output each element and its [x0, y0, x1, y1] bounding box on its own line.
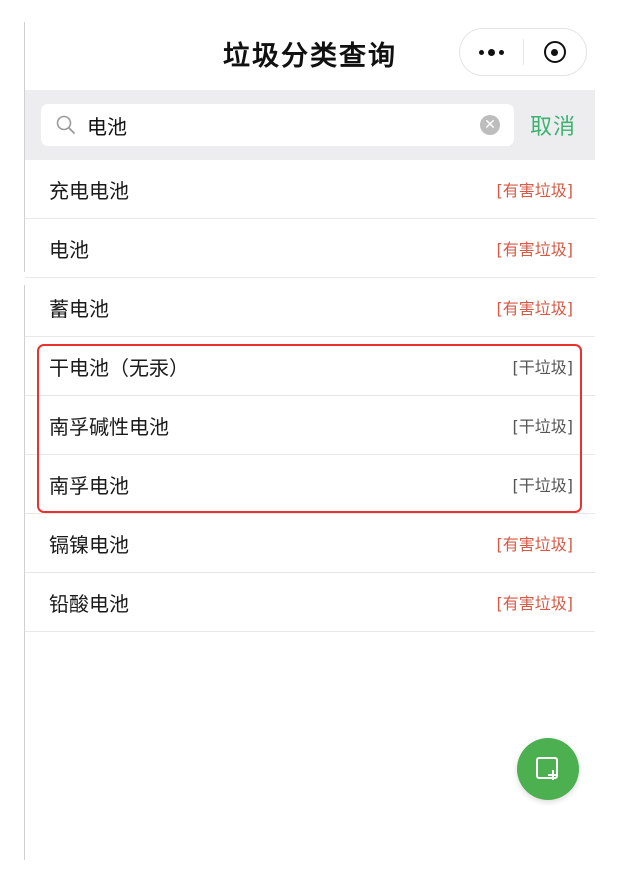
list-item[interactable]: 干电池（无汞） [干垃圾] — [25, 337, 595, 396]
category-label: [有害垃圾] — [496, 299, 574, 318]
category-label: [干垃圾] — [512, 417, 574, 436]
list-item[interactable]: 充电电池 [有害垃圾] — [25, 160, 595, 219]
search-bar: 电池 ✕ 取消 — [25, 90, 595, 160]
category-label: [有害垃圾] — [496, 240, 574, 259]
more-button[interactable] — [460, 29, 523, 75]
category-label: [干垃圾] — [512, 358, 574, 377]
menu-capsule — [459, 28, 587, 76]
target-close-icon — [543, 41, 566, 63]
results-list: 充电电池 [有害垃圾] 电池 [有害垃圾] 蓄电池 [有害垃圾] 干电池（无汞）… — [25, 160, 595, 632]
add-note-button[interactable] — [517, 738, 579, 800]
item-name: 镉镍电池 — [49, 532, 129, 557]
item-name: 干电池（无汞） — [49, 355, 189, 380]
search-icon — [56, 115, 75, 134]
item-name: 南孚电池 — [49, 473, 129, 498]
app-window: 垃圾分类查询 电池 ✕ 取消 充电电池 [有害垃圾] 电池 [有害垃圾] 蓄电池… — [25, 20, 595, 860]
cancel-button[interactable]: 取消 — [530, 109, 576, 141]
item-name: 南孚碱性电池 — [49, 414, 169, 439]
list-item[interactable]: 蓄电池 [有害垃圾] — [25, 278, 595, 337]
item-name: 蓄电池 — [49, 296, 109, 321]
list-item[interactable]: 南孚电池 [干垃圾] — [25, 455, 595, 514]
category-label: [有害垃圾] — [496, 594, 574, 613]
list-item[interactable]: 镉镍电池 [有害垃圾] — [25, 514, 595, 573]
item-name: 充电电池 — [49, 178, 129, 203]
add-note-icon — [536, 757, 558, 780]
list-item[interactable]: 电池 [有害垃圾] — [25, 219, 595, 278]
navigation-bar: 垃圾分类查询 — [25, 20, 595, 90]
more-dots-icon — [478, 48, 504, 56]
search-input[interactable]: 电池 ✕ — [41, 104, 514, 146]
close-miniprogram-button[interactable] — [524, 29, 587, 75]
list-item[interactable]: 南孚碱性电池 [干垃圾] — [25, 396, 595, 455]
list-item[interactable]: 铅酸电池 [有害垃圾] — [25, 573, 595, 632]
item-name: 铅酸电池 — [49, 591, 129, 616]
item-name: 电池 — [49, 237, 89, 262]
category-label: [有害垃圾] — [496, 181, 574, 200]
category-label: [有害垃圾] — [496, 535, 574, 554]
category-label: [干垃圾] — [512, 476, 574, 495]
search-query-text: 电池 — [87, 114, 127, 139]
clear-icon[interactable]: ✕ — [480, 115, 500, 135]
